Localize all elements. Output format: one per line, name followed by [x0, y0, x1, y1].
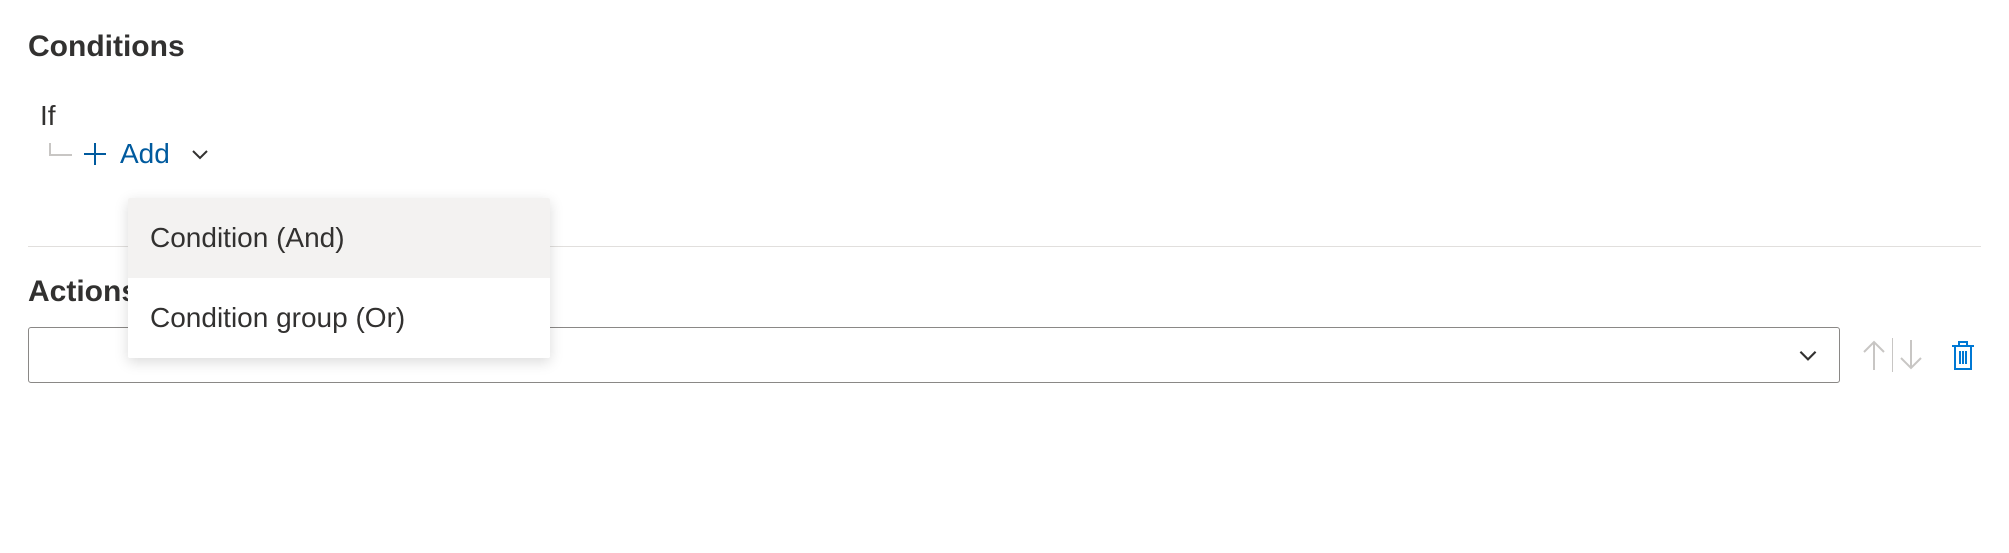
- move-down-button[interactable]: [1893, 337, 1929, 373]
- add-condition-row: Add Condition (And) Condition group (Or): [48, 138, 1981, 170]
- chevron-down-icon: [1795, 342, 1821, 368]
- add-label: Add: [120, 138, 170, 170]
- reorder-controls: [1856, 337, 1929, 373]
- conditions-title: Conditions: [28, 30, 1981, 64]
- menu-item-condition-group-or[interactable]: Condition group (Or): [128, 278, 550, 358]
- if-label: If: [40, 100, 1981, 132]
- plus-icon: [82, 141, 108, 167]
- tree-connector-icon: [48, 143, 74, 165]
- menu-item-condition-and[interactable]: Condition (And): [128, 198, 550, 278]
- delete-action-button[interactable]: [1945, 337, 1981, 373]
- conditions-section: Conditions If Add Condition (A: [28, 30, 1981, 170]
- chevron-down-icon: [188, 142, 212, 166]
- add-condition-dropdown: Condition (And) Condition group (Or): [128, 198, 550, 358]
- add-condition-button[interactable]: Add: [82, 138, 212, 170]
- move-up-button[interactable]: [1856, 337, 1892, 373]
